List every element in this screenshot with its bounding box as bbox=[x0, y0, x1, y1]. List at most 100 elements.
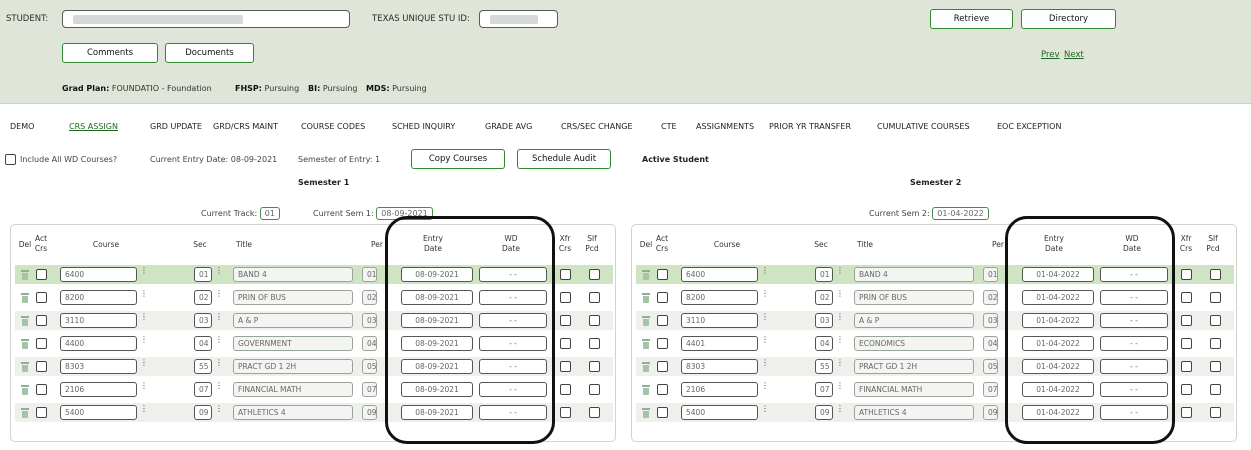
transfer-course-checkbox[interactable] bbox=[1181, 269, 1192, 280]
self-paced-checkbox[interactable] bbox=[589, 292, 600, 303]
course-lookup-icon[interactable]: ⋮ bbox=[140, 267, 148, 280]
transfer-course-checkbox[interactable] bbox=[560, 269, 571, 280]
course-lookup-icon[interactable]: ⋮ bbox=[761, 405, 769, 418]
course-input[interactable]: 2106 bbox=[60, 382, 137, 397]
documents-button[interactable]: Documents bbox=[165, 43, 254, 63]
next-link[interactable]: Next bbox=[1064, 50, 1084, 60]
course-input[interactable]: 8200 bbox=[60, 290, 137, 305]
self-paced-checkbox[interactable] bbox=[589, 338, 600, 349]
tab-grd-crs-maint[interactable]: GRD/CRS MAINT bbox=[213, 122, 278, 131]
course-lookup-icon[interactable]: ⋮ bbox=[140, 359, 148, 372]
copy-courses-button[interactable]: Copy Courses bbox=[411, 149, 505, 169]
self-paced-checkbox[interactable] bbox=[1210, 384, 1221, 395]
section-input[interactable]: 02 bbox=[194, 290, 212, 305]
course-input[interactable]: 8200 bbox=[681, 290, 758, 305]
section-input[interactable]: 01 bbox=[815, 267, 833, 282]
texas-id-field[interactable] bbox=[479, 10, 558, 28]
course-lookup-icon[interactable]: ⋮ bbox=[761, 359, 769, 372]
delete-icon[interactable] bbox=[642, 385, 650, 395]
self-paced-checkbox[interactable] bbox=[589, 384, 600, 395]
delete-icon[interactable] bbox=[642, 362, 650, 372]
delete-icon[interactable] bbox=[21, 339, 29, 349]
course-input[interactable]: 6400 bbox=[681, 267, 758, 282]
section-input[interactable]: 02 bbox=[815, 290, 833, 305]
active-course-checkbox[interactable] bbox=[657, 315, 668, 326]
tab-crs-assign[interactable]: CRS ASSIGN bbox=[69, 122, 118, 131]
transfer-course-checkbox[interactable] bbox=[1181, 384, 1192, 395]
course-lookup-icon[interactable]: ⋮ bbox=[761, 382, 769, 395]
active-course-checkbox[interactable] bbox=[657, 269, 668, 280]
delete-icon[interactable] bbox=[21, 293, 29, 303]
tab-grd-update[interactable]: GRD UPDATE bbox=[150, 122, 202, 131]
active-course-checkbox[interactable] bbox=[657, 384, 668, 395]
section-lookup-icon[interactable]: ⋮ bbox=[215, 382, 223, 395]
active-course-checkbox[interactable] bbox=[657, 338, 668, 349]
self-paced-checkbox[interactable] bbox=[589, 269, 600, 280]
course-input[interactable]: 6400 bbox=[60, 267, 137, 282]
delete-icon[interactable] bbox=[21, 362, 29, 372]
section-lookup-icon[interactable]: ⋮ bbox=[836, 359, 844, 372]
self-paced-checkbox[interactable] bbox=[589, 361, 600, 372]
section-input[interactable]: 07 bbox=[194, 382, 212, 397]
self-paced-checkbox[interactable] bbox=[1210, 292, 1221, 303]
delete-icon[interactable] bbox=[642, 270, 650, 280]
transfer-course-checkbox[interactable] bbox=[1181, 315, 1192, 326]
tab-cumulative-courses[interactable]: CUMULATIVE COURSES bbox=[877, 122, 970, 131]
section-input[interactable]: 01 bbox=[194, 267, 212, 282]
self-paced-checkbox[interactable] bbox=[1210, 338, 1221, 349]
section-input[interactable]: 55 bbox=[815, 359, 833, 374]
active-course-checkbox[interactable] bbox=[657, 361, 668, 372]
prev-link[interactable]: Prev bbox=[1041, 50, 1060, 60]
active-course-checkbox[interactable] bbox=[36, 269, 47, 280]
section-lookup-icon[interactable]: ⋮ bbox=[215, 336, 223, 349]
self-paced-checkbox[interactable] bbox=[589, 315, 600, 326]
transfer-course-checkbox[interactable] bbox=[560, 384, 571, 395]
course-lookup-icon[interactable]: ⋮ bbox=[761, 336, 769, 349]
course-lookup-icon[interactable]: ⋮ bbox=[761, 267, 769, 280]
course-input[interactable]: 2106 bbox=[681, 382, 758, 397]
section-input[interactable]: 04 bbox=[194, 336, 212, 351]
active-course-checkbox[interactable] bbox=[36, 292, 47, 303]
comments-button[interactable]: Comments bbox=[62, 43, 158, 63]
retrieve-button[interactable]: Retrieve bbox=[930, 9, 1013, 29]
tab-demo[interactable]: DEMO bbox=[10, 122, 34, 131]
course-input[interactable]: 3110 bbox=[60, 313, 137, 328]
section-input[interactable]: 04 bbox=[815, 336, 833, 351]
delete-icon[interactable] bbox=[21, 316, 29, 326]
section-lookup-icon[interactable]: ⋮ bbox=[836, 267, 844, 280]
self-paced-checkbox[interactable] bbox=[1210, 315, 1221, 326]
active-course-checkbox[interactable] bbox=[36, 338, 47, 349]
course-lookup-icon[interactable]: ⋮ bbox=[761, 290, 769, 303]
active-course-checkbox[interactable] bbox=[36, 361, 47, 372]
self-paced-checkbox[interactable] bbox=[1210, 361, 1221, 372]
student-field[interactable] bbox=[62, 10, 350, 28]
section-lookup-icon[interactable]: ⋮ bbox=[215, 359, 223, 372]
course-lookup-icon[interactable]: ⋮ bbox=[140, 405, 148, 418]
directory-button[interactable]: Directory bbox=[1021, 9, 1116, 29]
course-input[interactable]: 3110 bbox=[681, 313, 758, 328]
course-input[interactable]: 5400 bbox=[60, 405, 137, 420]
self-paced-checkbox[interactable] bbox=[589, 407, 600, 418]
delete-icon[interactable] bbox=[642, 293, 650, 303]
course-lookup-icon[interactable]: ⋮ bbox=[140, 290, 148, 303]
delete-icon[interactable] bbox=[21, 385, 29, 395]
transfer-course-checkbox[interactable] bbox=[1181, 338, 1192, 349]
section-lookup-icon[interactable]: ⋮ bbox=[215, 267, 223, 280]
delete-icon[interactable] bbox=[642, 339, 650, 349]
section-lookup-icon[interactable]: ⋮ bbox=[836, 290, 844, 303]
course-input[interactable]: 4401 bbox=[681, 336, 758, 351]
course-input[interactable]: 5400 bbox=[681, 405, 758, 420]
course-input[interactable]: 8303 bbox=[681, 359, 758, 374]
self-paced-checkbox[interactable] bbox=[1210, 407, 1221, 418]
tab-cte[interactable]: CTE bbox=[661, 122, 677, 131]
section-lookup-icon[interactable]: ⋮ bbox=[836, 313, 844, 326]
tab-sched-inquiry[interactable]: SCHED INQUIRY bbox=[392, 122, 455, 131]
section-lookup-icon[interactable]: ⋮ bbox=[215, 313, 223, 326]
schedule-audit-button[interactable]: Schedule Audit bbox=[517, 149, 611, 169]
section-input[interactable]: 03 bbox=[194, 313, 212, 328]
section-lookup-icon[interactable]: ⋮ bbox=[836, 336, 844, 349]
active-course-checkbox[interactable] bbox=[36, 384, 47, 395]
transfer-course-checkbox[interactable] bbox=[560, 292, 571, 303]
delete-icon[interactable] bbox=[21, 408, 29, 418]
course-lookup-icon[interactable]: ⋮ bbox=[140, 336, 148, 349]
